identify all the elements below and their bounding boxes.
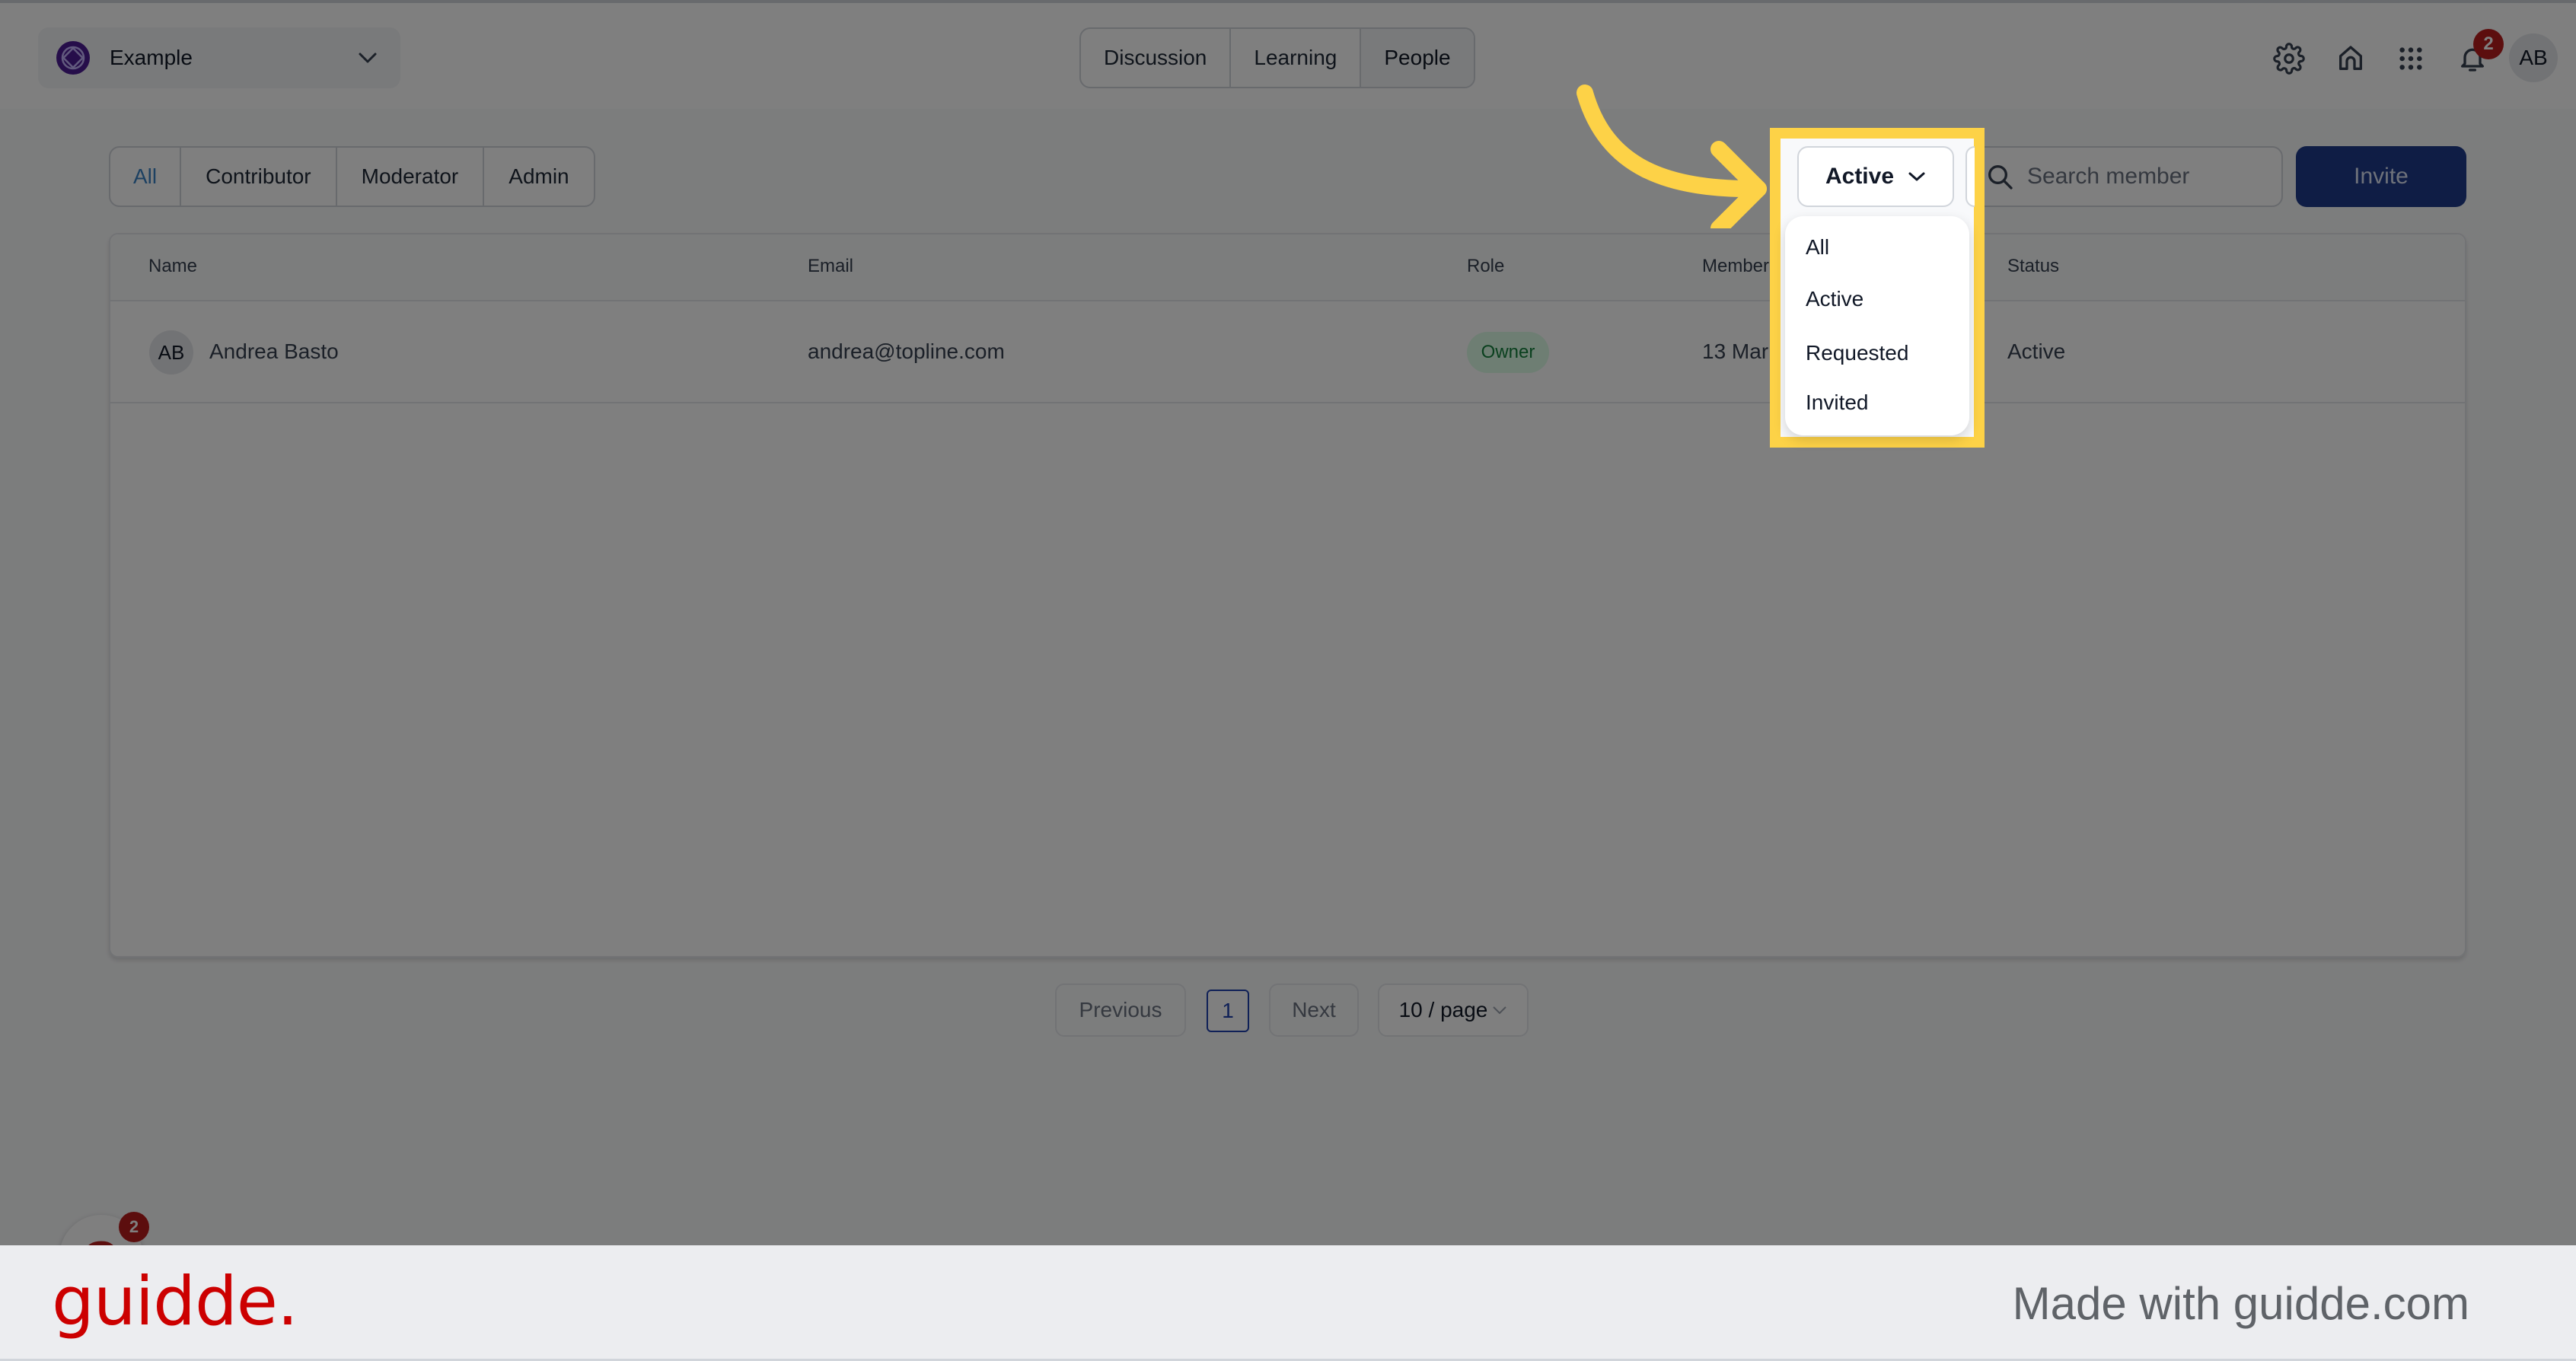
made-with-label: Made with guidde.com — [2012, 1278, 2469, 1329]
dim-overlay — [0, 0, 2576, 1245]
status-option-all[interactable]: All — [1806, 235, 1829, 260]
status-option-active[interactable]: Active — [1806, 287, 1863, 311]
search-field-edge — [1965, 146, 1975, 207]
pointer-arrow-icon — [1577, 84, 1767, 228]
guidde-footer: guidde. Made with guidde.com — [0, 1245, 2576, 1361]
chevron-down-icon — [1908, 171, 1926, 182]
status-filter-select[interactable]: Active — [1797, 146, 1954, 207]
status-option-invited[interactable]: Invited — [1806, 390, 1869, 415]
guidde-logo: guidde. — [52, 1262, 298, 1340]
status-option-requested[interactable]: Requested — [1806, 341, 1908, 365]
status-dropdown-menu: All Active Requested Invited — [1785, 216, 1969, 435]
status-filter-value: Active — [1825, 164, 1895, 189]
